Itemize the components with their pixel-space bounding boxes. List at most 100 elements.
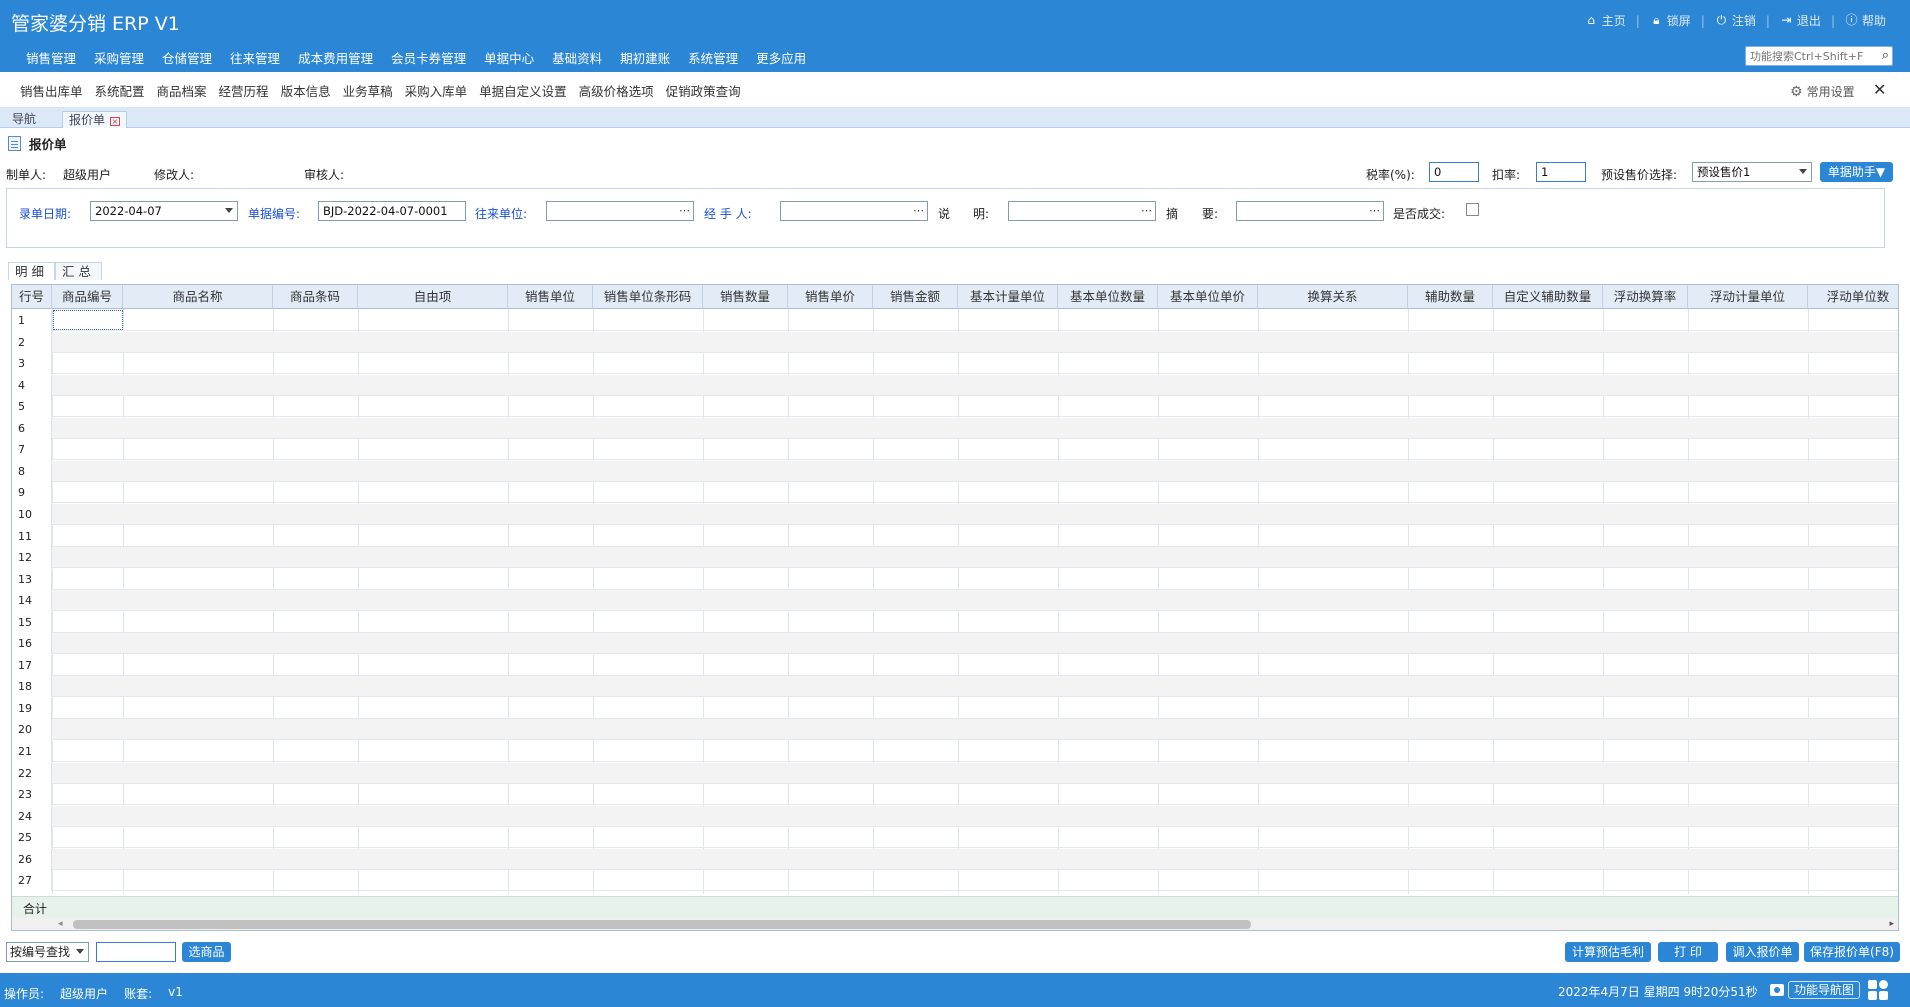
table-row[interactable]: 5: [12, 396, 1898, 418]
common-settings-button[interactable]: ⚙ 常用设置: [1790, 83, 1855, 100]
col-header[interactable]: 销售单位: [508, 285, 593, 309]
scroll-left-icon[interactable]: ◂: [58, 919, 63, 929]
table-row[interactable]: 9: [12, 482, 1898, 504]
tab-navigation[interactable]: 导航: [6, 111, 42, 128]
quick-link-sales-out[interactable]: 销售出库单: [14, 81, 89, 100]
table-row[interactable]: 10: [12, 503, 1898, 525]
deal-checkbox[interactable]: [1466, 203, 1479, 216]
menu-doc-center[interactable]: 单据中心: [475, 48, 543, 67]
quick-link-purchase-in[interactable]: 采购入库单: [399, 81, 474, 100]
col-header[interactable]: 销售金额: [873, 285, 958, 309]
partner-input[interactable]: ⋯: [546, 201, 694, 221]
date-input[interactable]: 2022-04-07: [90, 201, 238, 221]
menu-member-card[interactable]: 会员卡券管理: [382, 48, 475, 67]
col-header[interactable]: 商品名称: [123, 285, 273, 309]
table-row[interactable]: 6: [12, 417, 1898, 439]
search-icon[interactable]: ⌕: [1882, 48, 1889, 63]
col-header[interactable]: 换算关系: [1258, 285, 1408, 309]
preset-price-select[interactable]: 预设售价1: [1692, 162, 1812, 182]
table-row[interactable]: 3: [12, 353, 1898, 375]
search-mode-select[interactable]: 按编号查找: [6, 942, 89, 962]
active-cell[interactable]: [53, 310, 123, 330]
calc-margin-button[interactable]: 计算预估毛利: [1565, 942, 1651, 962]
menu-more-apps[interactable]: 更多应用: [747, 48, 815, 67]
menu-sales[interactable]: 销售管理: [17, 48, 85, 67]
discount-input[interactable]: 1: [1536, 162, 1586, 182]
col-header[interactable]: 辅助数量: [1408, 285, 1493, 309]
table-row[interactable]: 14: [12, 590, 1898, 612]
product-search-input[interactable]: [96, 942, 176, 962]
save-quote-button[interactable]: 保存报价单(F8): [1804, 942, 1900, 962]
table-row[interactable]: 7: [12, 439, 1898, 461]
table-row[interactable]: 27: [12, 870, 1898, 892]
menu-cost[interactable]: 成本费用管理: [289, 48, 382, 67]
doc-helper-button[interactable]: 单据助手▼: [1820, 162, 1893, 182]
scrollbar-thumb[interactable]: [73, 920, 1251, 929]
table-row[interactable]: 20: [12, 719, 1898, 741]
menu-purchase[interactable]: 采购管理: [85, 48, 153, 67]
close-icon[interactable]: ✕: [1873, 80, 1886, 99]
col-header[interactable]: 基本计量单位: [958, 285, 1058, 309]
col-header[interactable]: 自由项: [358, 285, 508, 309]
col-header[interactable]: 销售数量: [703, 285, 788, 309]
menu-system[interactable]: 系统管理: [679, 48, 747, 67]
help-link[interactable]: ⓘ 帮助: [1835, 12, 1896, 29]
quick-link-system-config[interactable]: 系统配置: [89, 81, 151, 100]
quick-link-product-archive[interactable]: 商品档案: [151, 81, 213, 100]
table-row[interactable]: 23: [12, 784, 1898, 806]
select-product-button[interactable]: 选商品: [182, 942, 231, 962]
table-row[interactable]: 24: [12, 805, 1898, 827]
menu-base-data[interactable]: 基础资料: [543, 48, 611, 67]
col-header[interactable]: 商品编号: [52, 285, 123, 309]
summary-input[interactable]: ⋯: [1236, 201, 1384, 221]
table-row[interactable]: 8: [12, 460, 1898, 482]
quick-link-doc-custom[interactable]: 单据自定义设置: [473, 81, 573, 100]
table-row[interactable]: 25: [12, 827, 1898, 849]
quick-link-version[interactable]: 版本信息: [275, 81, 337, 100]
col-header[interactable]: 基本单位数量: [1058, 285, 1158, 309]
col-header[interactable]: 销售单价: [788, 285, 873, 309]
table-row[interactable]: 22: [12, 762, 1898, 784]
lock-link[interactable]: 🔒︎ 锁屏: [1640, 12, 1701, 29]
tax-rate-input[interactable]: 0: [1429, 162, 1479, 182]
col-header[interactable]: 浮动单位数: [1808, 285, 1898, 309]
ellipsis-icon[interactable]: ⋯: [679, 202, 690, 220]
function-search-input[interactable]: [1746, 47, 1870, 65]
ellipsis-icon[interactable]: ⋯: [913, 202, 924, 220]
table-row[interactable]: 15: [12, 611, 1898, 633]
table-row[interactable]: 2: [12, 331, 1898, 353]
col-header[interactable]: 基本单位单价: [1158, 285, 1258, 309]
table-row[interactable]: 11: [12, 525, 1898, 547]
col-header[interactable]: 浮动换算率: [1603, 285, 1688, 309]
table-row[interactable]: 16: [12, 633, 1898, 655]
print-button[interactable]: 打 印: [1658, 942, 1718, 962]
home-link[interactable]: ⌂ 主页: [1575, 12, 1636, 29]
close-tab-icon[interactable]: ×: [110, 117, 121, 126]
camera-icon[interactable]: [1770, 984, 1784, 996]
handler-input[interactable]: ⋯: [780, 201, 928, 221]
description-input[interactable]: ⋯: [1008, 201, 1156, 221]
tab-summary[interactable]: 汇总: [55, 262, 103, 280]
scroll-right-icon[interactable]: ▸: [1889, 919, 1894, 929]
tab-detail[interactable]: 明细: [8, 262, 56, 280]
table-row[interactable]: 17: [12, 654, 1898, 676]
horizontal-scrollbar[interactable]: ◂ ▸: [12, 918, 1898, 930]
table-row[interactable]: 19: [12, 697, 1898, 719]
col-header[interactable]: 商品条码: [273, 285, 358, 309]
ellipsis-icon[interactable]: ⋯: [1141, 202, 1152, 220]
col-header[interactable]: 浮动计量单位: [1688, 285, 1808, 309]
app-grid-icon[interactable]: [1868, 979, 1890, 1001]
table-row[interactable]: 13: [12, 568, 1898, 590]
quick-link-drafts[interactable]: 业务草稿: [337, 81, 399, 100]
quick-link-price-options[interactable]: 高级价格选项: [573, 81, 660, 100]
table-row[interactable]: 1: [12, 310, 1898, 331]
table-row[interactable]: 4: [12, 374, 1898, 396]
exit-link[interactable]: ⇥ 退出: [1770, 12, 1831, 29]
import-quote-button[interactable]: 调入报价单: [1726, 942, 1799, 962]
col-header[interactable]: 销售单位条形码: [593, 285, 703, 309]
table-row[interactable]: 12: [12, 547, 1898, 569]
table-row[interactable]: 18: [12, 676, 1898, 698]
menu-warehouse[interactable]: 仓储管理: [153, 48, 221, 67]
function-nav-button[interactable]: 功能导航图: [1770, 981, 1861, 999]
quick-link-history[interactable]: 经营历程: [213, 81, 275, 100]
